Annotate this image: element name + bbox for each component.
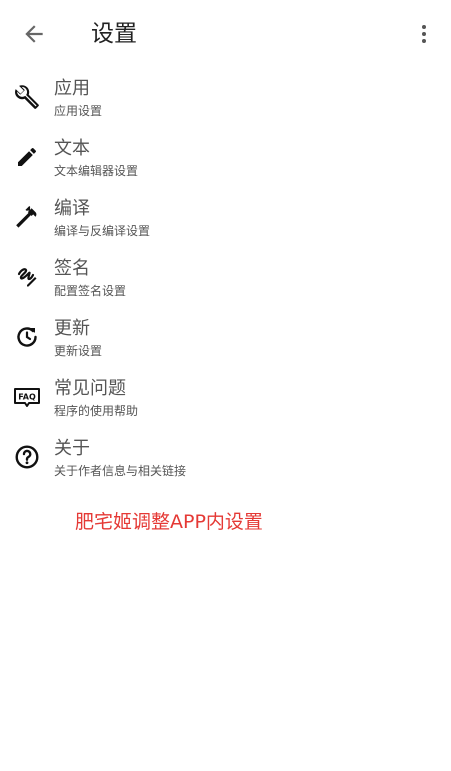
faq-icon: FAQ [12, 382, 42, 412]
hammer-icon [12, 202, 42, 232]
item-subtitle: 应用设置 [54, 104, 103, 118]
item-subtitle: 文本编辑器设置 [54, 164, 139, 178]
item-title: 更新 [54, 318, 90, 339]
page-title: 设置 [91, 21, 137, 47]
app-bar: 设置 [0, 0, 451, 68]
settings-item-text[interactable]: 文本 文本编辑器设置 [0, 128, 451, 188]
settings-item-signature[interactable]: 签名 配置签名设置 [0, 248, 451, 308]
item-subtitle: 更新设置 [54, 344, 103, 358]
item-subtitle: 配置签名设置 [54, 284, 127, 298]
settings-item-update[interactable]: 更新 更新设置 [0, 308, 451, 368]
item-title: 签名 [54, 258, 90, 279]
settings-item-faq[interactable]: FAQ 常见问题 程序的使用帮助 [0, 368, 451, 428]
more-options-button[interactable] [404, 14, 444, 54]
help-circle-icon [12, 442, 42, 472]
back-button[interactable] [14, 14, 54, 54]
settings-item-about[interactable]: 关于 关于作者信息与相关链接 [0, 428, 451, 488]
signature-icon [12, 262, 42, 292]
update-icon [12, 322, 42, 352]
item-title: 应用 [54, 78, 90, 99]
settings-list: 应用 应用设置 文本 文本编辑器设置 编译 编译与反编译设置 签名 配置签名设置 [0, 68, 451, 488]
item-title: 常见问题 [54, 378, 126, 399]
settings-item-compile[interactable]: 编译 编译与反编译设置 [0, 188, 451, 248]
item-subtitle: 程序的使用帮助 [54, 404, 139, 418]
annotation-note: 肥宅姬调整APP内设置 [75, 511, 263, 533]
more-vertical-icon [422, 25, 426, 43]
item-subtitle: 关于作者信息与相关链接 [54, 464, 187, 478]
item-title: 编译 [54, 198, 90, 219]
pencil-icon [12, 142, 42, 172]
svg-text:FAQ: FAQ [18, 393, 36, 402]
item-subtitle: 编译与反编译设置 [54, 224, 151, 238]
arrow-left-icon [25, 25, 43, 43]
item-title: 关于 [54, 438, 90, 459]
wrench-icon [12, 82, 42, 112]
item-title: 文本 [54, 138, 90, 159]
settings-item-app[interactable]: 应用 应用设置 [0, 68, 451, 128]
